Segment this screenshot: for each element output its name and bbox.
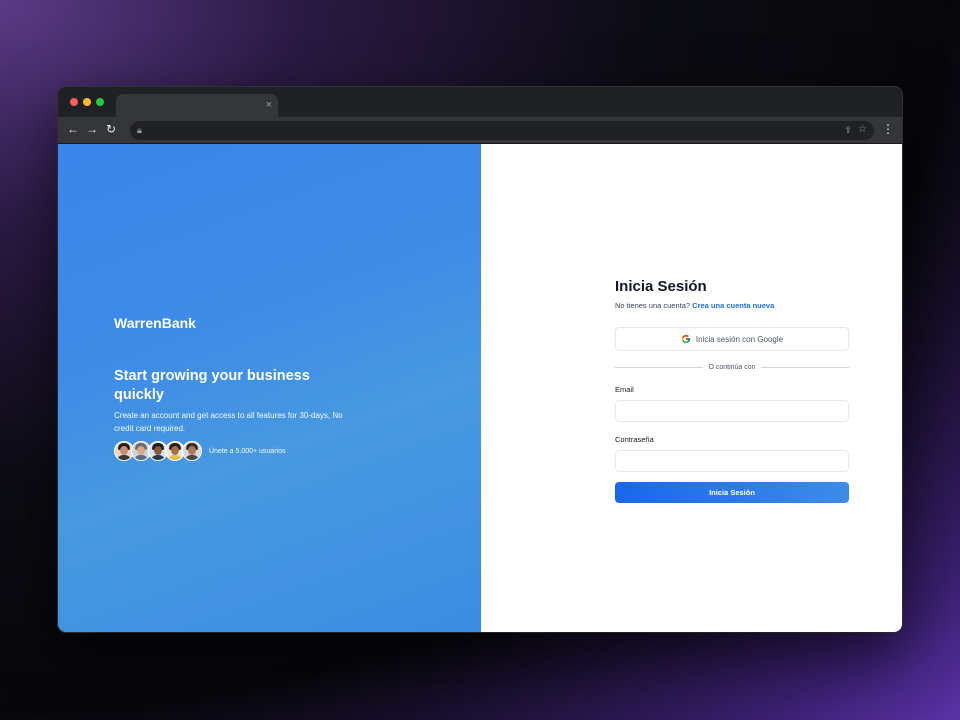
address-bar[interactable]: 🔒︎ ⇪ ☆ xyxy=(130,121,874,140)
login-submit-button[interactable]: Inicia Sesión xyxy=(615,482,849,503)
forward-icon[interactable]: → xyxy=(85,122,99,136)
page-content: WarrenBank Start growing your business q… xyxy=(58,144,902,632)
avatar xyxy=(182,441,202,461)
google-button-label: Inicia sesión con Google xyxy=(695,334,784,344)
close-window-button[interactable] xyxy=(70,98,78,106)
login-panel: Inicia Sesión No tienes una cuenta? Crea… xyxy=(481,144,902,632)
create-account-link[interactable]: Crea una cuenta nueva xyxy=(692,301,774,310)
browser-titlebar: × xyxy=(58,87,902,117)
brand-logo: WarrenBank xyxy=(114,315,196,331)
hero-panel: WarrenBank Start growing your business q… xyxy=(58,144,481,632)
share-icon[interactable]: ⇪ xyxy=(844,123,852,137)
divider-line xyxy=(760,367,849,368)
tab-close-icon[interactable]: × xyxy=(266,98,272,112)
window-controls xyxy=(70,98,104,106)
or-divider: O continúa con xyxy=(615,364,849,371)
page-title: Inicia Sesión xyxy=(615,278,707,295)
divider-line xyxy=(615,367,704,368)
browser-toolbar: ← → ↻ 🔒︎ ⇪ ☆ ⋮ xyxy=(58,117,902,144)
reload-icon[interactable]: ↻ xyxy=(104,122,118,136)
lock-icon[interactable]: 🔒︎ xyxy=(137,123,142,137)
email-label: Email xyxy=(615,385,634,394)
google-icon xyxy=(681,334,691,344)
minimize-window-button[interactable] xyxy=(83,98,91,106)
bookmark-star-icon[interactable]: ☆ xyxy=(858,123,867,137)
google-signin-button[interactable]: Inicia sesión con Google xyxy=(615,327,849,351)
join-count-text: Únete a 5.000+ usuarios xyxy=(209,447,286,455)
browser-tab[interactable]: × xyxy=(116,94,278,117)
user-avatars: Únete a 5.000+ usuarios xyxy=(114,441,285,461)
login-form: Inicia Sesión No tienes una cuenta? Crea… xyxy=(615,278,849,503)
signup-prompt: No tienes una cuenta? Crea una cuenta nu… xyxy=(615,301,849,310)
password-field[interactable] xyxy=(615,450,849,472)
hero-subtitle: Create an account and get access to all … xyxy=(114,411,343,433)
maximize-window-button[interactable] xyxy=(96,98,104,106)
email-field[interactable] xyxy=(615,400,849,422)
password-label: Contraseña xyxy=(615,435,654,444)
browser-window: × ← → ↻ 🔒︎ ⇪ ☆ ⋮ WarrenBank Start growin… xyxy=(58,87,902,632)
back-icon[interactable]: ← xyxy=(66,122,80,136)
hero-headline: Start growing your business quickly xyxy=(114,368,310,403)
no-account-text: No tienes una cuenta? xyxy=(615,301,691,310)
browser-menu-icon[interactable]: ⋮ xyxy=(882,122,894,136)
divider-text: O continúa con xyxy=(708,364,756,371)
